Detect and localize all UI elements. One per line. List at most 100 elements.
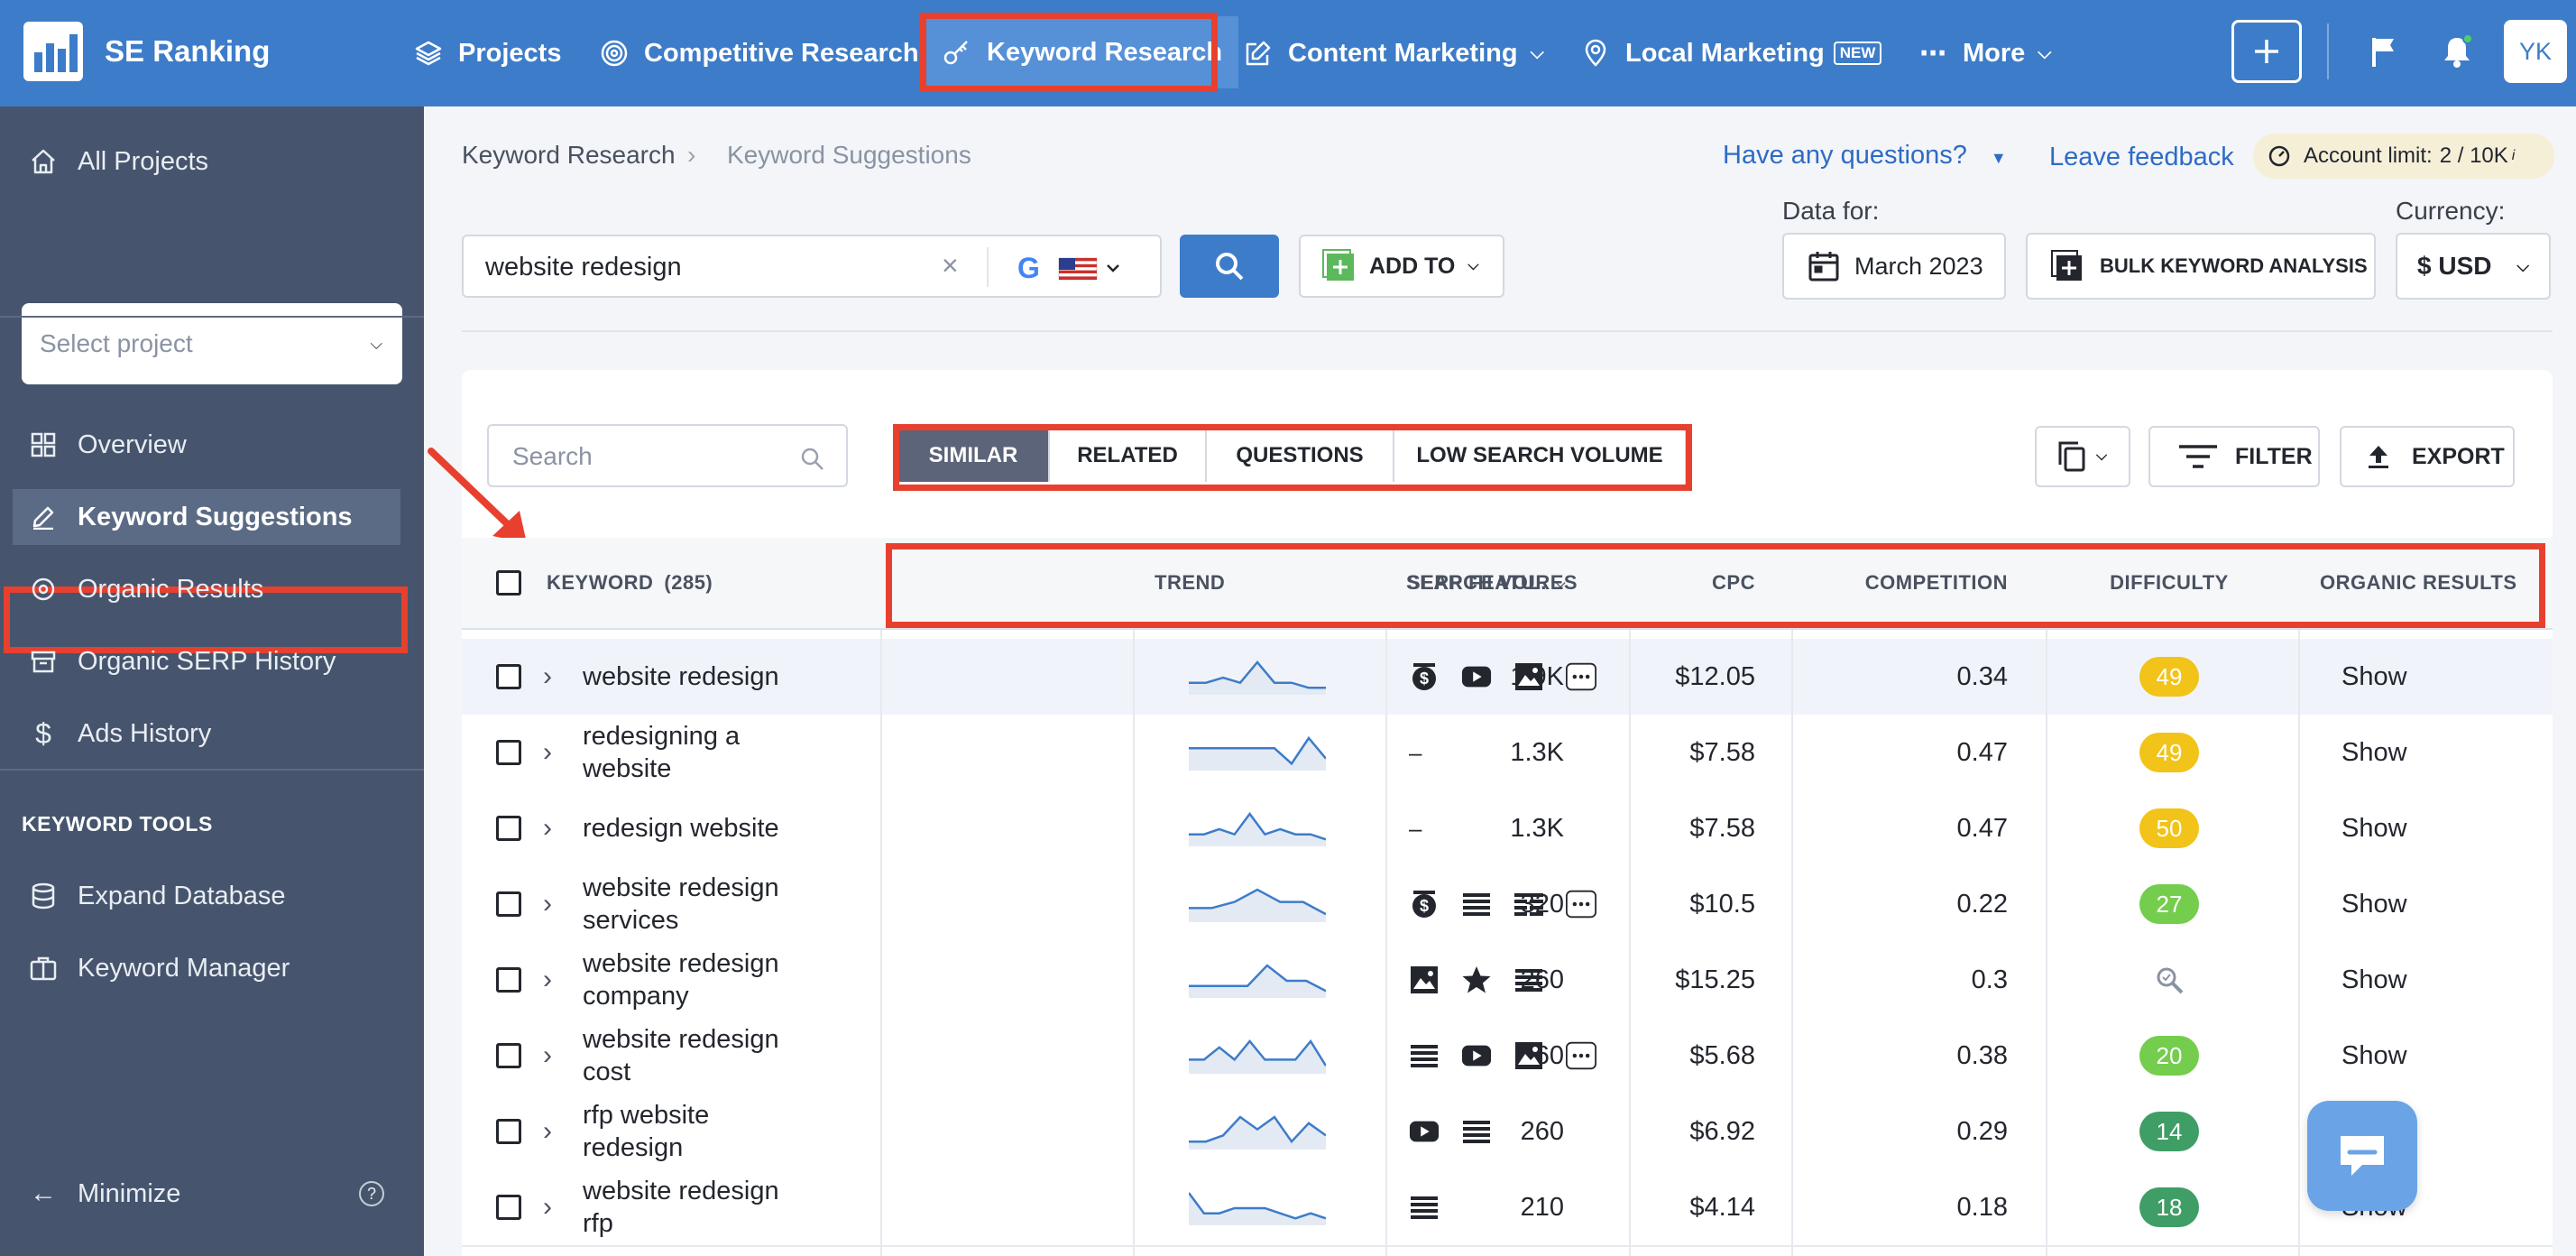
keyword-cell[interactable]: website redesign services xyxy=(583,866,790,942)
keyword-text[interactable]: website redesign company xyxy=(583,947,790,1012)
column-keyword[interactable]: KEYWORD (285) xyxy=(547,538,713,628)
filter-button[interactable]: FILTER xyxy=(2148,426,2320,487)
nav-content-marketing[interactable]: Content Marketing ⌵ xyxy=(1243,0,1544,106)
expand-row-chevron-icon[interactable]: › xyxy=(543,639,552,715)
date-picker[interactable]: March 2023 xyxy=(1782,233,2006,300)
bulk-keyword-analysis-button[interactable]: BULK KEYWORD ANALYSIS xyxy=(2026,233,2376,300)
keyword-text[interactable]: website redesign rfp xyxy=(583,1175,790,1240)
keyword-text[interactable]: website redesign cost xyxy=(583,1023,790,1088)
row-checkbox[interactable] xyxy=(496,664,521,689)
nav-keyword-research[interactable]: Keyword Research xyxy=(925,16,1239,88)
sidebar-item-organic-results[interactable]: Organic Results xyxy=(0,561,424,617)
sidebar: All Projects Select project ⌵ KEYWORD RE… xyxy=(0,106,424,1256)
lines-icon xyxy=(1409,1192,1440,1223)
table-row[interactable]: ›website redesign cost260$5.680.3820Show xyxy=(462,1018,2553,1095)
sidebar-item-keyword-suggestions[interactable]: Keyword Suggestions xyxy=(13,489,400,545)
row-checkbox[interactable] xyxy=(496,1195,521,1220)
minimize-sidebar-button[interactable]: ← Minimize ? xyxy=(0,1166,424,1222)
keyword-search-input[interactable]: website redesign xyxy=(485,253,682,282)
more-icon[interactable] xyxy=(1566,661,1596,692)
expand-row-chevron-icon[interactable]: › xyxy=(543,942,552,1018)
tab-related[interactable]: RELATED xyxy=(1050,429,1207,482)
more-icon[interactable] xyxy=(1566,889,1596,919)
search-button[interactable] xyxy=(1180,235,1279,298)
add-to-button[interactable]: ADD TO ⌵ xyxy=(1299,235,1504,298)
account-limit-badge[interactable]: Account limit: 2 / 10K i xyxy=(2253,134,2554,179)
difficulty-cell[interactable] xyxy=(2047,942,2291,1018)
column-difficulty[interactable]: DIFFICULTY xyxy=(2047,538,2291,628)
tab-questions[interactable]: QUESTIONS xyxy=(1207,429,1394,482)
leave-feedback-link[interactable]: Leave feedback xyxy=(2049,143,2234,172)
table-row[interactable]: ›website redesign1.9K$$12.050.3449Show xyxy=(462,639,2553,716)
table-row[interactable]: › website redesign services 320 $ $10.5 0.22 2… xyxy=(462,866,2553,944)
tab-similar[interactable]: SIMILAR xyxy=(898,429,1050,482)
clear-icon[interactable]: × xyxy=(942,249,959,282)
sidebar-item-label: Organic Results xyxy=(78,574,264,604)
flag-icon[interactable] xyxy=(2369,36,2399,73)
row-checkbox[interactable] xyxy=(496,967,521,993)
row-checkbox[interactable] xyxy=(496,1043,521,1068)
notification-bell-icon[interactable] xyxy=(2441,33,2473,73)
expand-row-chevron-icon[interactable]: › xyxy=(543,790,552,866)
keyword-text[interactable]: redesigning a website xyxy=(583,720,790,785)
have-questions-dropdown[interactable]: Have any questions? ▼ xyxy=(1723,141,2007,171)
keyword-text[interactable]: redesign website xyxy=(583,812,779,845)
row-checkbox[interactable] xyxy=(496,740,521,765)
copy-options-button[interactable]: ⌵ xyxy=(2035,426,2130,487)
organic-results-show-link[interactable]: Show xyxy=(2341,639,2407,715)
currency-select[interactable]: $ USD ⌵ xyxy=(2396,233,2551,300)
organic-results-show-link[interactable]: Show xyxy=(2341,942,2407,1018)
row-checkbox[interactable] xyxy=(496,891,521,917)
keyword-cell[interactable]: redesign website xyxy=(583,790,790,866)
organic-results-show-link[interactable]: Show xyxy=(2341,1018,2407,1094)
expand-row-chevron-icon[interactable]: › xyxy=(543,866,552,942)
add-new-button[interactable] xyxy=(2231,20,2302,83)
row-checkbox[interactable] xyxy=(496,816,521,841)
keyword-cell[interactable]: website redesign xyxy=(583,639,790,715)
expand-row-chevron-icon[interactable]: › xyxy=(543,1018,552,1094)
tab-low-search-volume[interactable]: LOW SEARCH VOLUME xyxy=(1394,429,1685,482)
nav-more[interactable]: ⋯ More ⌵ xyxy=(1918,0,2051,106)
sidebar-item-overview[interactable]: Overview xyxy=(0,417,424,473)
column-cpc[interactable]: CPC xyxy=(1629,538,1755,628)
column-competition[interactable]: COMPETITION xyxy=(1804,538,2008,628)
keyword-text[interactable]: website redesign xyxy=(583,660,779,693)
sidebar-item-all-projects[interactable]: All Projects xyxy=(0,134,424,189)
expand-row-chevron-icon[interactable]: › xyxy=(543,1094,552,1169)
help-icon[interactable]: ? xyxy=(359,1181,384,1206)
search-engine-selector[interactable]: G xyxy=(1017,252,1122,291)
nav-projects[interactable]: Projects xyxy=(413,0,561,106)
sidebar-item-organic-serp-history[interactable]: Organic SERP History xyxy=(0,633,424,689)
sidebar-item-expand-database[interactable]: Expand Database xyxy=(0,868,424,924)
chat-support-button[interactable] xyxy=(2307,1101,2417,1211)
table-row[interactable]: › redesign website 1.3K – $7.58 0.47 50 Show xyxy=(462,790,2553,868)
keyword-cell[interactable]: rfp website redesign xyxy=(583,1094,790,1169)
table-row[interactable]: › rfp website redesign 260 $6.92 0.29 14 xyxy=(462,1094,2553,1171)
organic-results-show-link[interactable]: Show xyxy=(2341,866,2407,942)
select-all-checkbox[interactable] xyxy=(496,570,521,596)
breadcrumb-root[interactable]: Keyword Research xyxy=(462,141,676,170)
sidebar-item-ads-history[interactable]: $ Ads History xyxy=(0,706,424,762)
se-ranking-logo[interactable] xyxy=(23,22,83,81)
keyword-cell[interactable]: website redesign rfp xyxy=(583,1169,790,1245)
keyword-text[interactable]: website redesign services xyxy=(583,872,790,937)
more-icon[interactable] xyxy=(1566,1040,1596,1071)
keyword-text[interactable]: rfp website redesign xyxy=(583,1099,790,1164)
user-avatar[interactable]: YK xyxy=(2504,20,2567,83)
organic-results-show-link[interactable]: Show xyxy=(2341,790,2407,866)
table-search-box[interactable]: Search xyxy=(487,424,848,487)
expand-row-chevron-icon[interactable]: › xyxy=(543,715,552,790)
nav-local-marketing[interactable]: Local Marketing NEW xyxy=(1580,0,1882,106)
table-row[interactable]: › website redesign company 260 $15.25 0.3 Sho… xyxy=(462,942,2553,1020)
expand-row-chevron-icon[interactable]: › xyxy=(543,1169,552,1245)
sidebar-item-keyword-manager[interactable]: Keyword Manager xyxy=(0,940,424,996)
nav-competitive-research[interactable]: Competitive Research xyxy=(599,0,919,106)
row-checkbox[interactable] xyxy=(496,1119,521,1144)
organic-results-show-link[interactable]: Show xyxy=(2341,715,2407,790)
export-button[interactable]: EXPORT xyxy=(2340,426,2515,487)
keyword-cell[interactable]: website redesign cost xyxy=(583,1018,790,1094)
keyword-cell[interactable]: redesigning a website xyxy=(583,715,790,790)
keyword-cell[interactable]: website redesign company xyxy=(583,942,790,1018)
table-row[interactable]: › redesigning a website 1.3K – $7.58 0.47 49 Sh… xyxy=(462,715,2553,792)
table-row[interactable]: ›website redesign rfp210$4.140.1818Show xyxy=(462,1169,2553,1247)
